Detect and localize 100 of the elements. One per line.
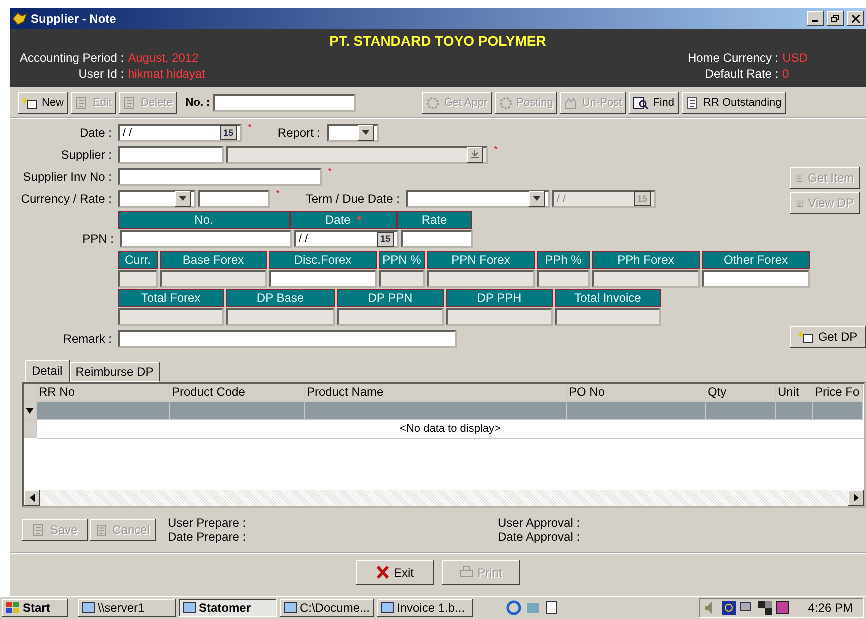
report-dropdown[interactable] xyxy=(326,124,379,142)
taskbar-item[interactable]: \\server1 xyxy=(78,599,176,617)
column-header[interactable]: PO No xyxy=(567,384,706,402)
empty-message: <No data to display> xyxy=(37,420,864,439)
remark-field[interactable] xyxy=(118,330,457,348)
window-title: Supplier - Note xyxy=(31,12,118,26)
window-icon xyxy=(381,602,394,614)
info-value: USD xyxy=(782,51,808,65)
column-header: DP Base xyxy=(226,289,335,307)
window-icon xyxy=(183,602,196,614)
column-header: DP PPH xyxy=(446,289,553,307)
required-mark: * xyxy=(494,145,498,156)
field-label: Currency / Rate : xyxy=(20,192,113,206)
column-header: PPh % xyxy=(537,251,590,269)
tab[interactable]: Detail xyxy=(25,360,70,383)
info-value: 0 xyxy=(782,67,790,81)
filter-cell[interactable] xyxy=(170,402,305,420)
close-icon xyxy=(852,14,860,22)
info-label: User Id : xyxy=(78,67,124,81)
field-label: Supplier : xyxy=(60,148,113,162)
field-label: Supplier Inv No : xyxy=(22,170,113,184)
column-header: PPN Forex xyxy=(427,251,535,269)
column-header: Total Invoice xyxy=(555,289,661,307)
ppn-date-field[interactable]: / / 15 xyxy=(294,230,399,248)
filter-cell[interactable] xyxy=(813,402,863,420)
required-mark: * xyxy=(248,123,252,134)
currency-dropdown[interactable] xyxy=(118,190,196,208)
required-mark: * xyxy=(276,189,280,200)
close-button[interactable] xyxy=(847,11,864,26)
column-header[interactable]: Product Code xyxy=(170,384,305,402)
taskbar-item[interactable]: C:\Docume... xyxy=(280,599,374,617)
column-header[interactable]: RR No xyxy=(37,384,170,402)
network-icon[interactable] xyxy=(722,601,736,615)
dropdown-arrow-icon xyxy=(362,130,370,135)
document-icon xyxy=(122,96,137,110)
filter-cell[interactable] xyxy=(305,402,567,420)
horizontal-scrollbar[interactable] xyxy=(24,490,864,506)
column-header[interactable]: Price Fo xyxy=(813,384,863,402)
column-header: Disc.Forex xyxy=(269,251,377,269)
taskbar-item[interactable]: Statomer xyxy=(179,599,277,617)
column-header[interactable]: Product Name xyxy=(305,384,567,402)
date-field[interactable]: / / 15 xyxy=(118,124,242,142)
column-header: Rate xyxy=(397,211,472,229)
info-label: User Prepare : xyxy=(168,516,248,530)
info-label: Date Approval : xyxy=(498,530,582,544)
invoice-number-field[interactable] xyxy=(118,168,322,186)
column-header: PPN % xyxy=(379,251,425,269)
amount-field[interactable] xyxy=(269,270,377,288)
toolbar-button[interactable]: RR Outstanding xyxy=(682,92,786,114)
action-button[interactable]: Exit xyxy=(356,560,434,585)
checker-icon[interactable] xyxy=(758,601,772,615)
column-header: Base Forex xyxy=(160,251,267,269)
calendar-icon: 15 xyxy=(634,191,651,206)
calendar-icon: 15 xyxy=(377,232,394,246)
amount-field[interactable] xyxy=(702,270,810,288)
start-button[interactable]: Start xyxy=(2,599,68,617)
new-document-icon xyxy=(798,330,814,344)
tab[interactable]: Reimburse DP xyxy=(70,362,160,382)
filter-cell[interactable] xyxy=(776,402,813,420)
rate-field[interactable] xyxy=(198,190,270,208)
column-header: DP PPN xyxy=(337,289,444,307)
browser-icon[interactable] xyxy=(506,600,522,616)
ppn-number-field[interactable] xyxy=(120,230,292,248)
gear-icon xyxy=(426,96,440,110)
minimize-button[interactable] xyxy=(807,11,824,26)
column-header[interactable]: Qty xyxy=(706,384,776,402)
taskbar-item[interactable]: Invoice 1.b... xyxy=(377,599,473,617)
info-label: Default Rate : xyxy=(704,67,779,81)
info-value: August, 2012 xyxy=(128,51,200,65)
number-label: No. : xyxy=(186,97,210,109)
filter-cell[interactable] xyxy=(37,402,170,420)
toolbar-button[interactable]: New xyxy=(18,92,68,114)
close-icon xyxy=(376,566,390,579)
term-dropdown[interactable] xyxy=(406,190,550,208)
windows-logo-icon xyxy=(6,602,20,614)
get-dp-button[interactable]: Get DP xyxy=(790,326,866,348)
field-label: Report : xyxy=(278,126,321,140)
number-field[interactable] xyxy=(213,94,356,112)
ppn-rate-field[interactable] xyxy=(401,230,473,248)
window-icon xyxy=(82,602,95,614)
toolbar-button[interactable]: Find xyxy=(629,92,679,114)
picture-frame-icon[interactable] xyxy=(776,601,790,615)
search-icon xyxy=(633,96,650,110)
column-header[interactable]: Unit xyxy=(776,384,813,402)
printer-icon xyxy=(460,566,474,579)
right-arrow-icon[interactable] xyxy=(854,494,858,502)
filter-cell[interactable] xyxy=(706,402,776,420)
calendar-icon: 15 xyxy=(220,125,237,140)
supplier-code-field[interactable] xyxy=(118,146,224,164)
info-label: User Approval : xyxy=(498,516,582,530)
document-icon xyxy=(96,524,109,536)
gear-icon xyxy=(498,96,513,110)
notepad-icon[interactable] xyxy=(544,600,560,616)
supplier-name-field[interactable] xyxy=(226,146,488,164)
restore-button[interactable] xyxy=(827,11,844,26)
info-label: Home Currency : xyxy=(688,51,779,65)
field-label: Remark : xyxy=(62,332,113,346)
column-header: Date * xyxy=(290,211,397,229)
left-arrow-icon[interactable] xyxy=(30,494,34,502)
filter-cell[interactable] xyxy=(567,402,706,420)
